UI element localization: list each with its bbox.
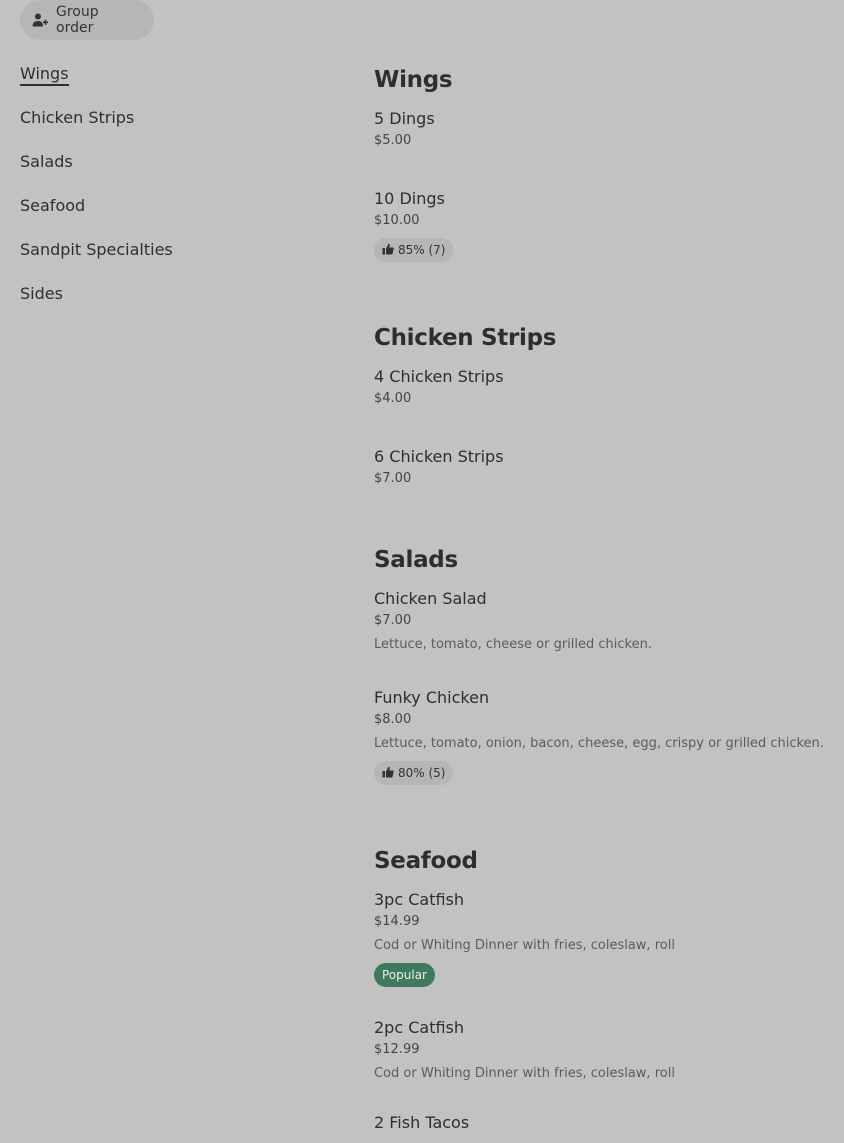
section-title: Salads [374,547,458,573]
menu-section-chicken-strips: Chicken Strips 4 Chicken Strips $4.00 6 … [374,320,834,487]
item-description: Lettuce, tomato, cheese or grilled chick… [374,637,652,652]
item-price: $4.00 [374,391,412,406]
nav-item-sides[interactable]: Sides [20,278,173,322]
item-price: $7.00 [374,471,412,486]
section-title: Wings [374,67,453,93]
item-price: $10.00 [374,213,420,228]
item-name: 6 Chicken Strips [374,447,504,466]
item-price: $12.99 [374,1042,420,1057]
item-price: $5.00 [374,133,412,148]
rating-badge: 85% (7) [374,238,454,262]
menu-item[interactable]: 3pc Catfish $14.99 Cod or Whiting Dinner… [374,890,834,987]
thumbs-up-icon [382,243,394,258]
menu-item[interactable]: 4 Chicken Strips $4.00 [374,367,834,407]
item-name: 3pc Catfish [374,890,465,909]
item-description: Cod or Whiting Dinner with fries, colesl… [374,938,675,953]
item-name: Chicken Salad [374,589,487,608]
item-name: 2 Fish Tacos [374,1113,470,1132]
nav-item-chicken-strips[interactable]: Chicken Strips [20,102,173,146]
rating-badge: 80% (5) [374,761,454,785]
item-name: 5 Dings [374,109,435,128]
item-price: $8.00 [374,712,412,727]
menu-item[interactable]: 2 Fish Tacos [374,1113,834,1133]
menu-section-wings: Wings 5 Dings $5.00 10 Dings $10.00 85% … [374,62,834,262]
menu-list: Wings 5 Dings $5.00 10 Dings $10.00 85% … [374,62,834,1133]
rating-text: 80% (5) [398,766,446,780]
item-name: 2pc Catfish [374,1018,465,1037]
nav-item-salads[interactable]: Salads [20,146,173,190]
menu-item[interactable]: 5 Dings $5.00 [374,109,834,149]
menu-item[interactable]: Funky Chicken $8.00 Lettuce, tomato, oni… [374,688,834,785]
item-price: $14.99 [374,914,420,929]
menu-section-seafood: Seafood 3pc Catfish $14.99 Cod or Whitin… [374,843,834,1133]
rating-text: 85% (7) [398,243,446,257]
thumbs-up-icon [382,766,394,781]
group-order-button[interactable]: Group order [20,0,154,40]
item-name: 10 Dings [374,189,445,208]
nav-item-wings[interactable]: Wings [20,58,173,102]
item-name: Funky Chicken [374,688,490,707]
menu-item[interactable]: 6 Chicken Strips $7.00 [374,447,834,487]
section-title: Chicken Strips [374,325,557,351]
item-price: $7.00 [374,613,412,628]
section-title: Seafood [374,848,478,874]
item-description: Cod or Whiting Dinner with fries, colesl… [374,1066,675,1081]
category-nav: Wings Chicken Strips Salads Seafood Sand… [20,58,173,322]
menu-item[interactable]: 10 Dings $10.00 85% (7) [374,189,834,262]
menu-item[interactable]: Chicken Salad $7.00 Lettuce, tomato, che… [374,589,834,653]
item-description: Lettuce, tomato, onion, bacon, cheese, e… [374,736,824,751]
menu-item[interactable]: 2pc Catfish $12.99 Cod or Whiting Dinner… [374,1018,834,1082]
nav-item-sandpit-specialties[interactable]: Sandpit Specialties [20,234,173,278]
nav-item-seafood[interactable]: Seafood [20,190,173,234]
item-name: 4 Chicken Strips [374,367,504,386]
menu-section-salads: Salads Chicken Salad $7.00 Lettuce, toma… [374,542,834,785]
popular-badge: Popular [374,963,435,987]
add-person-icon [32,12,48,28]
group-order-label: Group order [56,4,99,36]
